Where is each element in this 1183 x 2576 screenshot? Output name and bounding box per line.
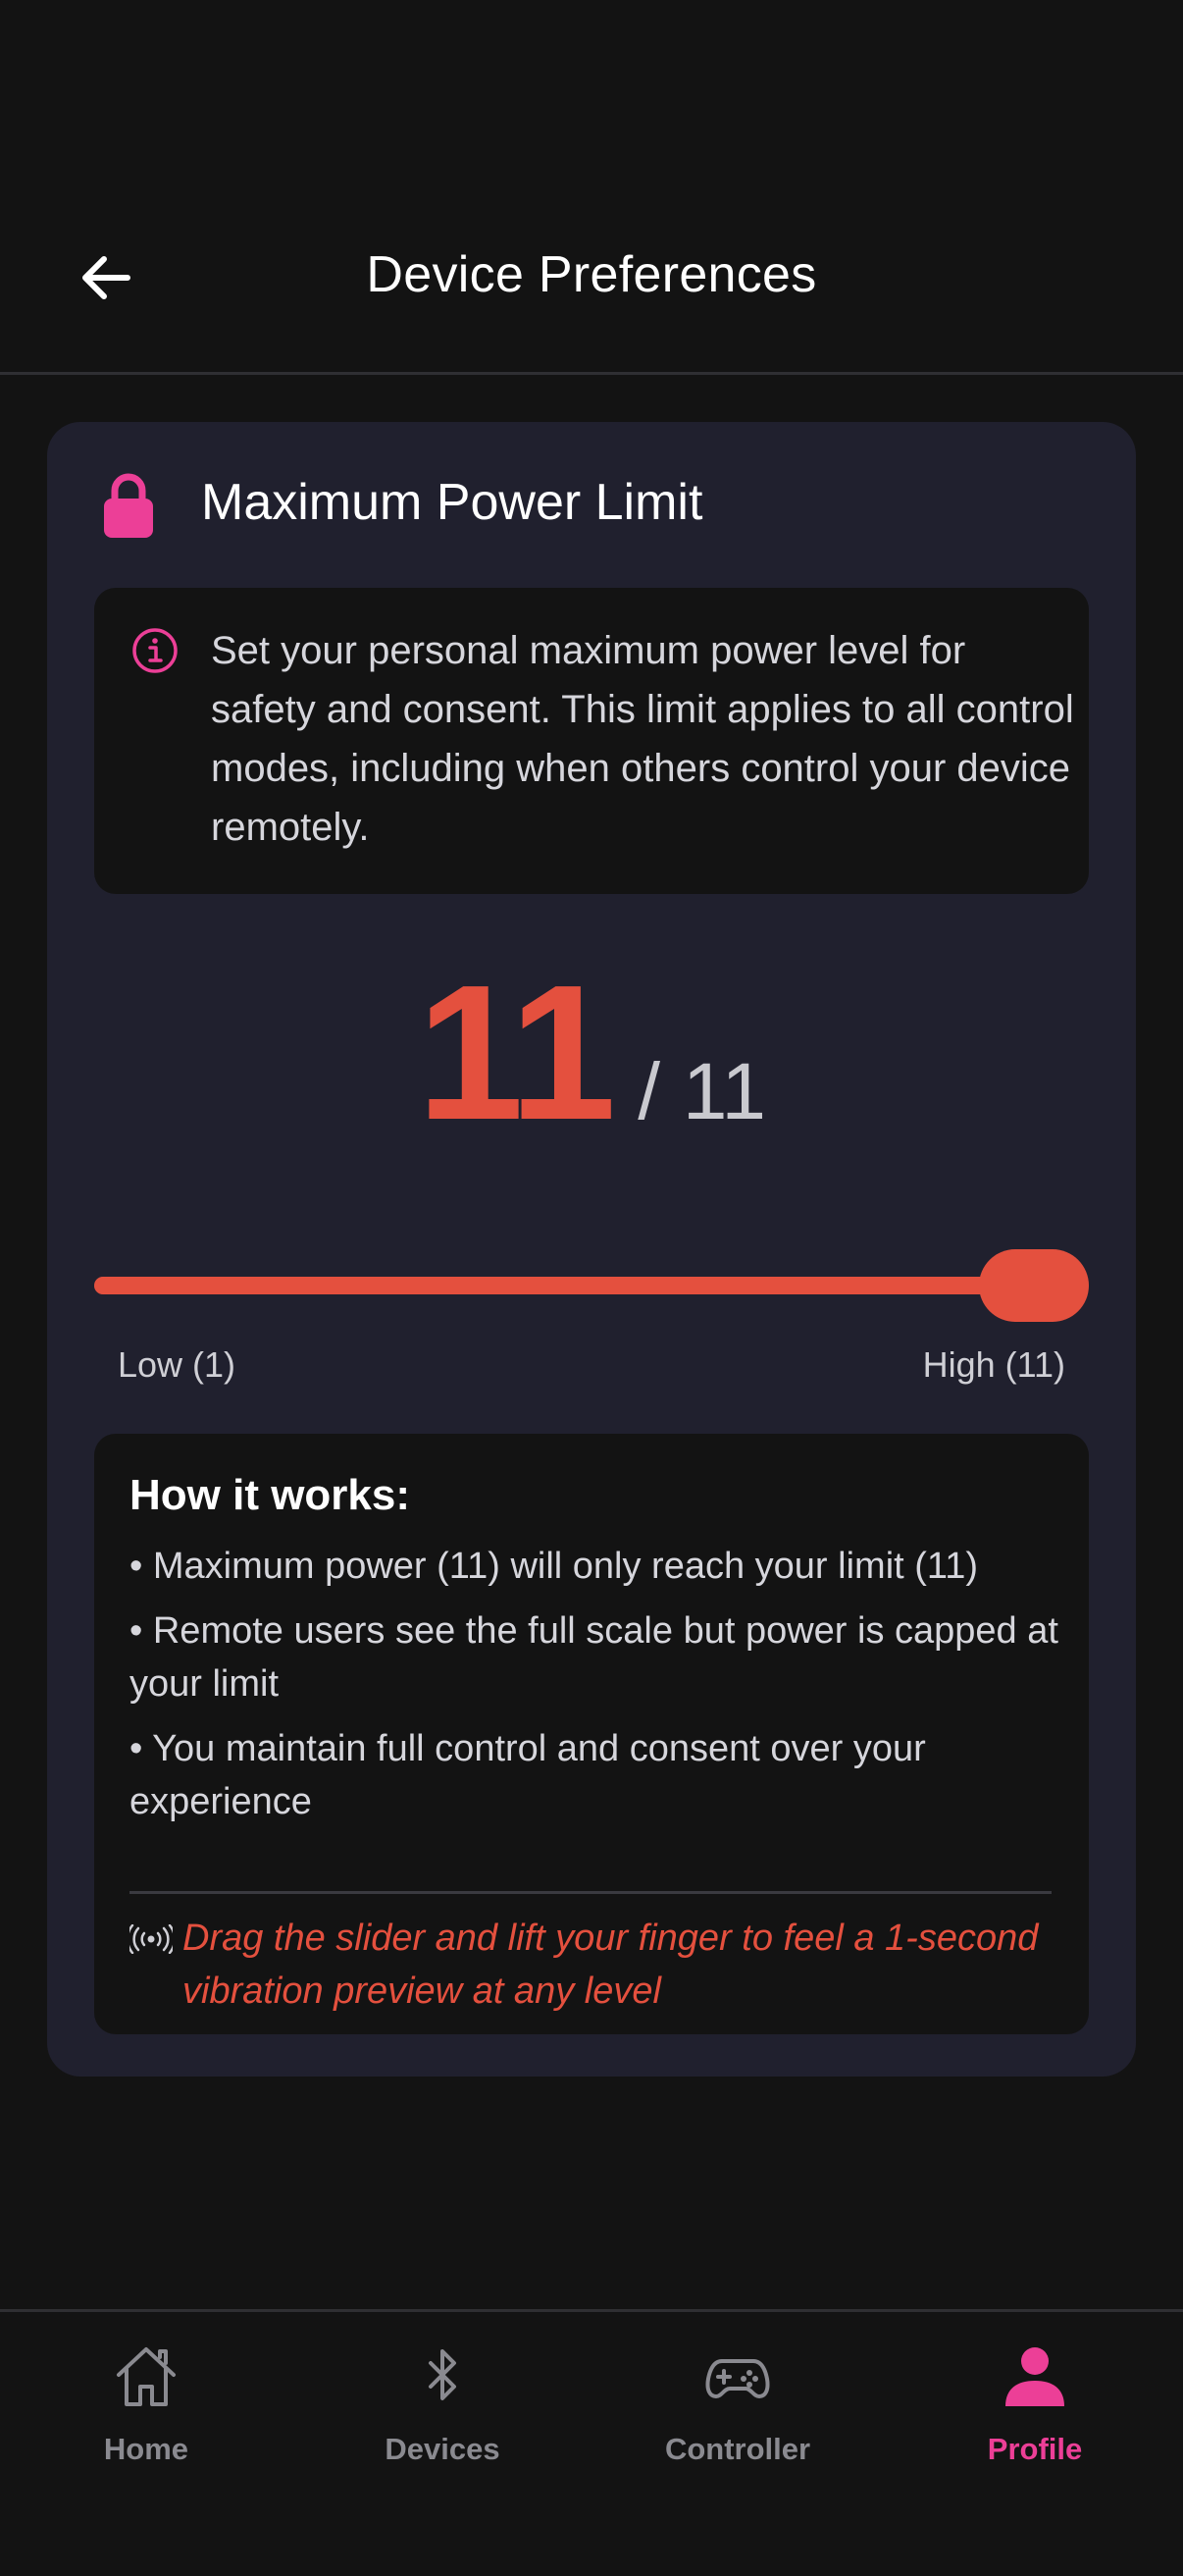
preview-hint-text: Drag the slider and lift your finger to …: [182, 1918, 1039, 2012]
info-icon: [132, 628, 178, 673]
slider-high-label: High (11): [922, 1344, 1065, 1385]
gamepad-icon: [705, 2359, 770, 2398]
power-limit-slider[interactable]: [94, 1249, 1089, 1322]
how-it-works-list: • Maximum power (11) will only reach you…: [129, 1540, 1061, 1840]
card-title: Maximum Power Limit: [201, 474, 703, 531]
slider-fill: [94, 1277, 1034, 1294]
bluetooth-icon: [429, 2349, 456, 2400]
info-text: Set your personal maximum power level fo…: [211, 629, 1074, 849]
nav-item-home[interactable]: Home: [38, 2341, 254, 2498]
slider-thumb[interactable]: [979, 1249, 1089, 1322]
info-box: Set your personal maximum power level fo…: [94, 588, 1089, 894]
nav-label-profile: Profile: [987, 2432, 1083, 2466]
bottom-navigation: Home Devices Controller Profile: [0, 2309, 1183, 2576]
list-item: • You maintain full control and consent …: [129, 1728, 926, 1822]
nav-item-devices[interactable]: Devices: [334, 2341, 550, 2498]
power-readout: 11/ 11: [47, 957, 1136, 1149]
slider-low-label: Low (1): [118, 1344, 236, 1385]
list-item: • Remote users see the full scale but po…: [129, 1610, 1058, 1705]
how-it-works-box: How it works: • Maximum power (11) will …: [94, 1434, 1089, 2034]
nav-label-controller: Controller: [664, 2432, 811, 2466]
nav-label-devices: Devices: [385, 2432, 500, 2466]
lock-icon: [104, 473, 153, 538]
divider: [129, 1891, 1052, 1894]
top-app-bar: Device Preferences: [0, 0, 1183, 375]
list-item: • Maximum power (11) will only reach you…: [129, 1546, 979, 1587]
power-value: 11: [417, 945, 616, 1160]
power-max-label: / 11: [638, 1047, 766, 1136]
vibration-icon: [129, 1924, 173, 1954]
how-it-works-title: How it works:: [129, 1471, 411, 1519]
power-limit-card: Maximum Power Limit Set your personal ma…: [47, 422, 1136, 2077]
user-icon: [1005, 2347, 1064, 2406]
nav-item-controller[interactable]: Controller: [630, 2341, 846, 2498]
page-title: Device Preferences: [366, 246, 817, 303]
nav-item-profile[interactable]: Profile: [927, 2341, 1143, 2498]
nav-label-home: Home: [103, 2432, 189, 2466]
home-icon: [117, 2347, 176, 2406]
